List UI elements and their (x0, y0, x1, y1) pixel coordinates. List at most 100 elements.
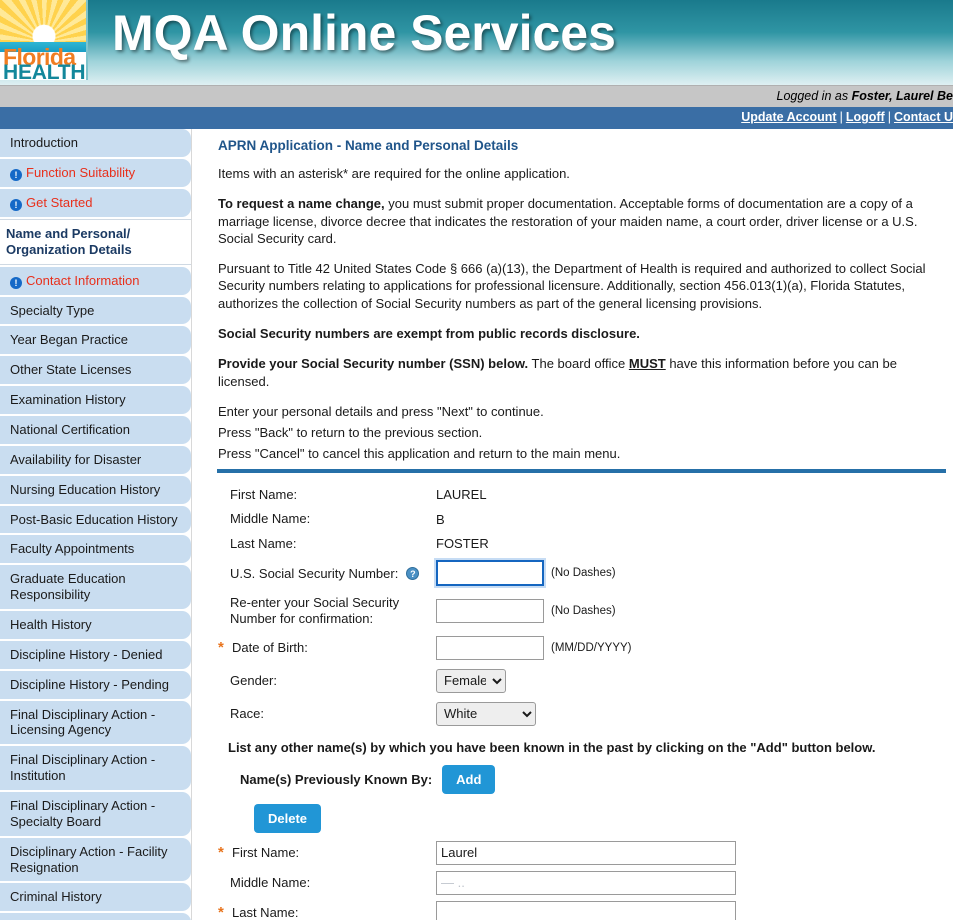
pursuant-paragraph: Pursuant to Title 42 United States Code … (218, 261, 926, 311)
row-date-of-birth: * Date of Birth: (MM/DD/YYYY) (218, 635, 953, 660)
sidebar-item-examination-history[interactable]: Examination History (0, 386, 191, 415)
logged-in-text: Logged in as Foster, Laurel Be (777, 89, 953, 103)
sidebar-item-label: Function Suitability (26, 164, 136, 180)
ssn-label: U.S. Social Security Number:? (218, 566, 436, 582)
sidebar-item-criminal-history-records-sealed[interactable]: Criminal History - Records Sealed (0, 913, 191, 920)
sidebar-item-final-disciplinary-action-licensing-agency[interactable]: Final Disciplinary Action - Licensing Ag… (0, 700, 191, 745)
row-ssn-confirm: Re-enter your Social Security Number for… (218, 595, 953, 626)
nav-separator-2: | (887, 110, 891, 124)
previous-names-instruction: List any other name(s) by which you have… (228, 739, 876, 755)
row-prev-middle-name: Middle Name: (218, 870, 953, 895)
sidebar-item-label: Get Started (26, 194, 93, 210)
asterisk-note: Items with an asterisk* are required for… (218, 166, 570, 181)
middle-name-value: B (436, 511, 445, 527)
sidebar-item-discipline-history-denied[interactable]: Discipline History - Denied (0, 640, 191, 669)
race-select[interactable]: White (436, 701, 536, 726)
name-change-bold: To request a name change, (218, 196, 385, 212)
sidebar-item-name-and-personal-details[interactable]: Name and Personal/ Organization Details (0, 218, 191, 265)
must-underline: MUST (628, 356, 666, 372)
sidebar-item-label: National Certification (10, 422, 130, 438)
provide-ssn-paragraph: Provide your Social Security number (SSN… (218, 355, 934, 390)
prev-middle-name-input[interactable] (436, 870, 736, 895)
nav-link-contact-us[interactable]: Contact U (894, 110, 953, 124)
sidebar-item-health-history[interactable]: Health History (0, 611, 191, 639)
site-header: Florida HEALTH MQA Online Services (0, 0, 953, 85)
prev-first-name-input[interactable] (436, 840, 736, 865)
sidebar-item-function-suitability[interactable]: ! Function Suitability (0, 158, 191, 187)
sidebar-item-final-disciplinary-action-specialty-board[interactable]: Final Disciplinary Action - Specialty Bo… (0, 792, 191, 836)
race-label: Race: (230, 705, 264, 721)
sidebar-item-label: Year Began Practice (10, 332, 129, 348)
sidebar-item-national-certification[interactable]: National Certification (0, 416, 191, 444)
question-mark-icon[interactable]: ? (406, 566, 420, 580)
sidebar-item-label: Examination History (10, 392, 126, 408)
sidebar-item-label: Discipline History - Denied (10, 646, 163, 662)
sidebar-item-label: Final Disciplinary Action - Institution (10, 752, 156, 784)
info-icon: ! (10, 276, 22, 289)
row-prev-first-name: * First Name: (218, 840, 953, 865)
sidebar-item-final-disciplinary-action-institution[interactable]: Final Disciplinary Action - Institution (0, 746, 191, 791)
exempt-paragraph: Social Security numbers are exempt from … (218, 325, 934, 342)
sidebar-item-introduction[interactable]: Introduction (0, 129, 191, 157)
row-first-name: First Name: LAUREL (218, 487, 953, 503)
ssn-input[interactable] (434, 558, 546, 589)
required-asterisk: * (218, 638, 224, 656)
sidebar-item-label: Other State Licenses (10, 362, 132, 378)
sidebar-item-availability-for-disaster[interactable]: Availability for Disaster (0, 445, 191, 474)
nav-separator-1: | (839, 110, 843, 124)
add-button[interactable]: Add (442, 764, 496, 794)
required-asterisk: * (218, 843, 224, 861)
page-layout: Introduction ! Function Suitability ! Get … (0, 129, 953, 920)
prev-last-name-input[interactable] (436, 900, 736, 920)
ssn-confirm-input[interactable] (436, 599, 544, 624)
delete-button[interactable]: Delete (254, 803, 322, 833)
instruction-next: Enter your personal details and press "N… (218, 403, 544, 419)
sidebar-item-label: Availability for Disaster (10, 451, 142, 467)
info-icon: ! (10, 168, 22, 181)
nav-link-logoff[interactable]: Logoff (846, 110, 885, 124)
gender-select[interactable]: Female (436, 668, 506, 693)
section-divider (217, 468, 946, 473)
sidebar-item-label: Specialty Type (10, 302, 95, 318)
sidebar-item-specialty-type[interactable]: Specialty Type (0, 296, 191, 325)
sidebar-item-contact-information[interactable]: ! Contact Information (0, 266, 191, 295)
florida-health-logo: Florida HEALTH (0, 0, 88, 80)
row-prev-last-name: * Last Name: (218, 900, 953, 920)
sidebar-item-label: Discipline History - Pending (10, 676, 169, 692)
sidebar-item-nursing-education-history[interactable]: Nursing Education History (0, 475, 191, 504)
first-name-label: First Name: (230, 486, 298, 502)
date-of-birth-input[interactable] (436, 635, 544, 660)
required-asterisk: * (218, 903, 224, 920)
sidebar-item-criminal-history[interactable]: Criminal History (0, 883, 191, 912)
sidebar-item-discipline-history-pending[interactable]: Discipline History - Pending (0, 670, 191, 699)
dob-hint: (MM/DD/YYYY) (551, 641, 632, 654)
sidebar-item-post-basic-education-history[interactable]: Post-Basic Education History (0, 505, 191, 534)
logo-health-text: HEALTH (3, 61, 86, 80)
prev-middle-name-label: Middle Name: (230, 875, 311, 891)
delete-button-wrap: Delete (254, 803, 953, 833)
nav-link-update-account[interactable]: Update Account (741, 110, 836, 124)
sun-icon (0, 0, 86, 42)
sidebar-item-graduate-education-responsibility[interactable]: Graduate Education Responsibility (0, 565, 191, 610)
sidebar-item-year-began-practice[interactable]: Year Began Practice (0, 326, 191, 355)
first-name-value: LAUREL (436, 486, 487, 502)
sidebar-item-label: Final Disciplinary Action - Specialty Bo… (10, 798, 156, 829)
gender-label: Gender: (230, 672, 277, 688)
sidebar-item-faculty-appointments[interactable]: Faculty Appointments (0, 535, 191, 564)
name-change-paragraph: To request a name change, you must submi… (218, 195, 934, 247)
provide-ssn-bold: Provide your Social Security number (SSN… (218, 356, 529, 372)
sidebar-item-other-state-licenses[interactable]: Other State Licenses (0, 356, 191, 385)
sidebar-item-label: Name and Personal/ Organization Details (6, 225, 132, 257)
sidebar-item-disciplinary-action-facility-resignation[interactable]: Disciplinary Action - Facility Resignati… (0, 837, 191, 882)
instruction-cancel: Press "Cancel" to cancel this applicatio… (218, 446, 621, 462)
top-nav-links: Update Account | Logoff | Contact U (741, 110, 953, 124)
last-name-value: FOSTER (436, 536, 489, 552)
ssn-hint: (No Dashes) (551, 567, 616, 580)
provide-ssn-mid: The board office (528, 356, 629, 372)
application-section-sidebar[interactable]: Introduction ! Function Suitability ! Get … (0, 129, 192, 920)
row-last-name: Last Name: FOSTER (218, 536, 953, 552)
middle-name-label: Middle Name: (230, 511, 311, 527)
prev-last-name-label: * Last Name: (218, 903, 299, 920)
sidebar-item-get-started[interactable]: ! Get Started (0, 188, 191, 217)
row-ssn: U.S. Social Security Number:? (No Dashes… (218, 558, 953, 589)
